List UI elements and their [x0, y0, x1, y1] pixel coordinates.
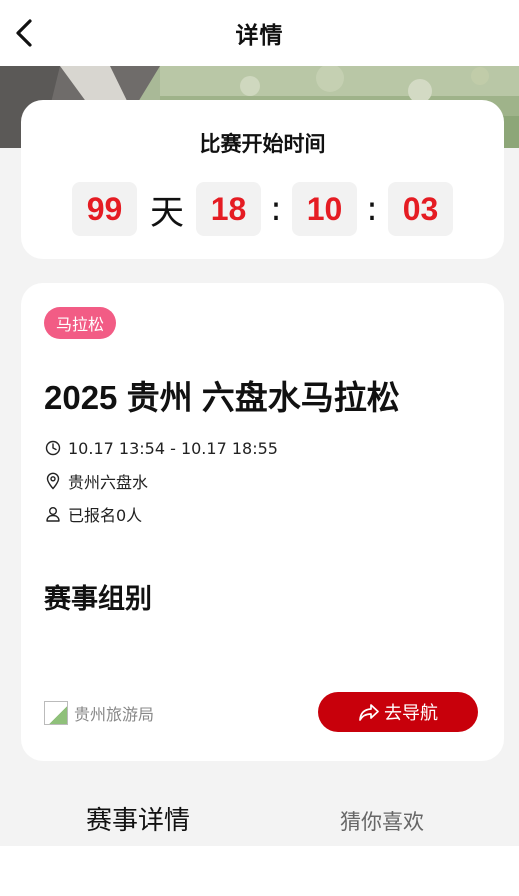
countdown-separator: :: [270, 189, 282, 229]
top-navigation-bar: 详情: [0, 0, 519, 66]
category-tag: 马拉松: [44, 307, 117, 339]
event-info-card: 马拉松 2025 贵州 六盘水马拉松 10.17 13:54 - 10.17 1…: [21, 283, 504, 761]
location-pin-icon: [44, 472, 62, 490]
countdown-card: 比赛开始时间 99 天 18 : 10 : 03: [21, 100, 504, 259]
event-location-row: 贵州六盘水: [44, 470, 148, 492]
clock-icon: [44, 439, 62, 457]
organizer: 贵州旅游局: [44, 701, 154, 725]
countdown-minutes: 10: [292, 182, 357, 236]
navigate-button[interactable]: 去导航: [318, 692, 478, 732]
countdown-seconds: 03: [388, 182, 453, 236]
details-content-area: [0, 846, 519, 896]
navigate-button-label: 去导航: [384, 703, 438, 724]
back-button[interactable]: [4, 13, 44, 53]
chevron-left-icon: [16, 19, 32, 47]
countdown-separator: :: [366, 189, 378, 229]
share-arrow-icon: [359, 704, 379, 721]
event-registered-row: 已报名0人: [44, 503, 142, 525]
registered-count: 已报名0人: [68, 506, 143, 525]
organizer-name: 贵州旅游局: [74, 705, 155, 724]
event-location: 贵州六盘水: [68, 473, 149, 492]
tab-event-details[interactable]: 赛事详情: [86, 800, 190, 837]
countdown-title: 比赛开始时间: [199, 132, 326, 156]
event-title: 2025 贵州 六盘水马拉松: [44, 379, 400, 416]
page-title: 详情: [235, 23, 284, 49]
detail-page: 详情 比赛开始时间 99 天 18 : 10 : 03 马拉松 2025 贵州 …: [0, 0, 519, 896]
person-icon: [44, 505, 62, 523]
tab-bar: 赛事详情 猜你喜欢: [0, 790, 519, 846]
countdown-days: 99: [72, 182, 137, 236]
event-time-row: 10.17 13:54 - 10.17 18:55: [44, 437, 278, 459]
countdown-hours: 18: [196, 182, 261, 236]
organizer-logo: [44, 701, 68, 725]
event-time: 10.17 13:54 - 10.17 18:55: [68, 438, 278, 458]
countdown-days-unit: 天: [150, 192, 184, 233]
tab-recommendations[interactable]: 猜你喜欢: [340, 806, 424, 836]
section-title-groups: 赛事组别: [44, 584, 152, 615]
